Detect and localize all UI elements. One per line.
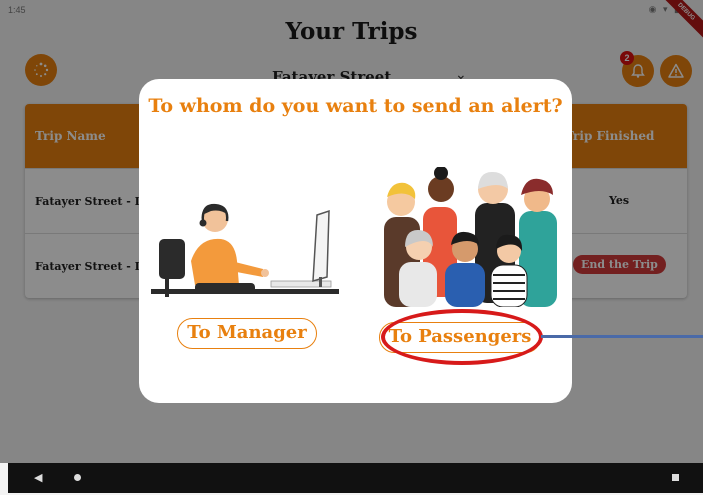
annotation-pointer-line bbox=[541, 335, 703, 338]
annotation-highlight-ellipse bbox=[381, 309, 543, 365]
app-screen: 1:45 ◉ ▾ ▮ DEBUG Your Trips Fatayer Stre… bbox=[0, 0, 703, 463]
passengers-illustration bbox=[384, 167, 557, 307]
dialog-title: To whom do you want to send an alert? bbox=[148, 95, 563, 117]
manager-illustration bbox=[151, 203, 339, 297]
nav-home-icon[interactable] bbox=[74, 474, 81, 481]
system-nav-bar: ◀ bbox=[8, 463, 703, 493]
nav-back-icon[interactable]: ◀ bbox=[34, 471, 42, 484]
nav-recents-icon[interactable] bbox=[672, 474, 679, 481]
to-manager-button[interactable]: To Manager bbox=[177, 318, 317, 349]
